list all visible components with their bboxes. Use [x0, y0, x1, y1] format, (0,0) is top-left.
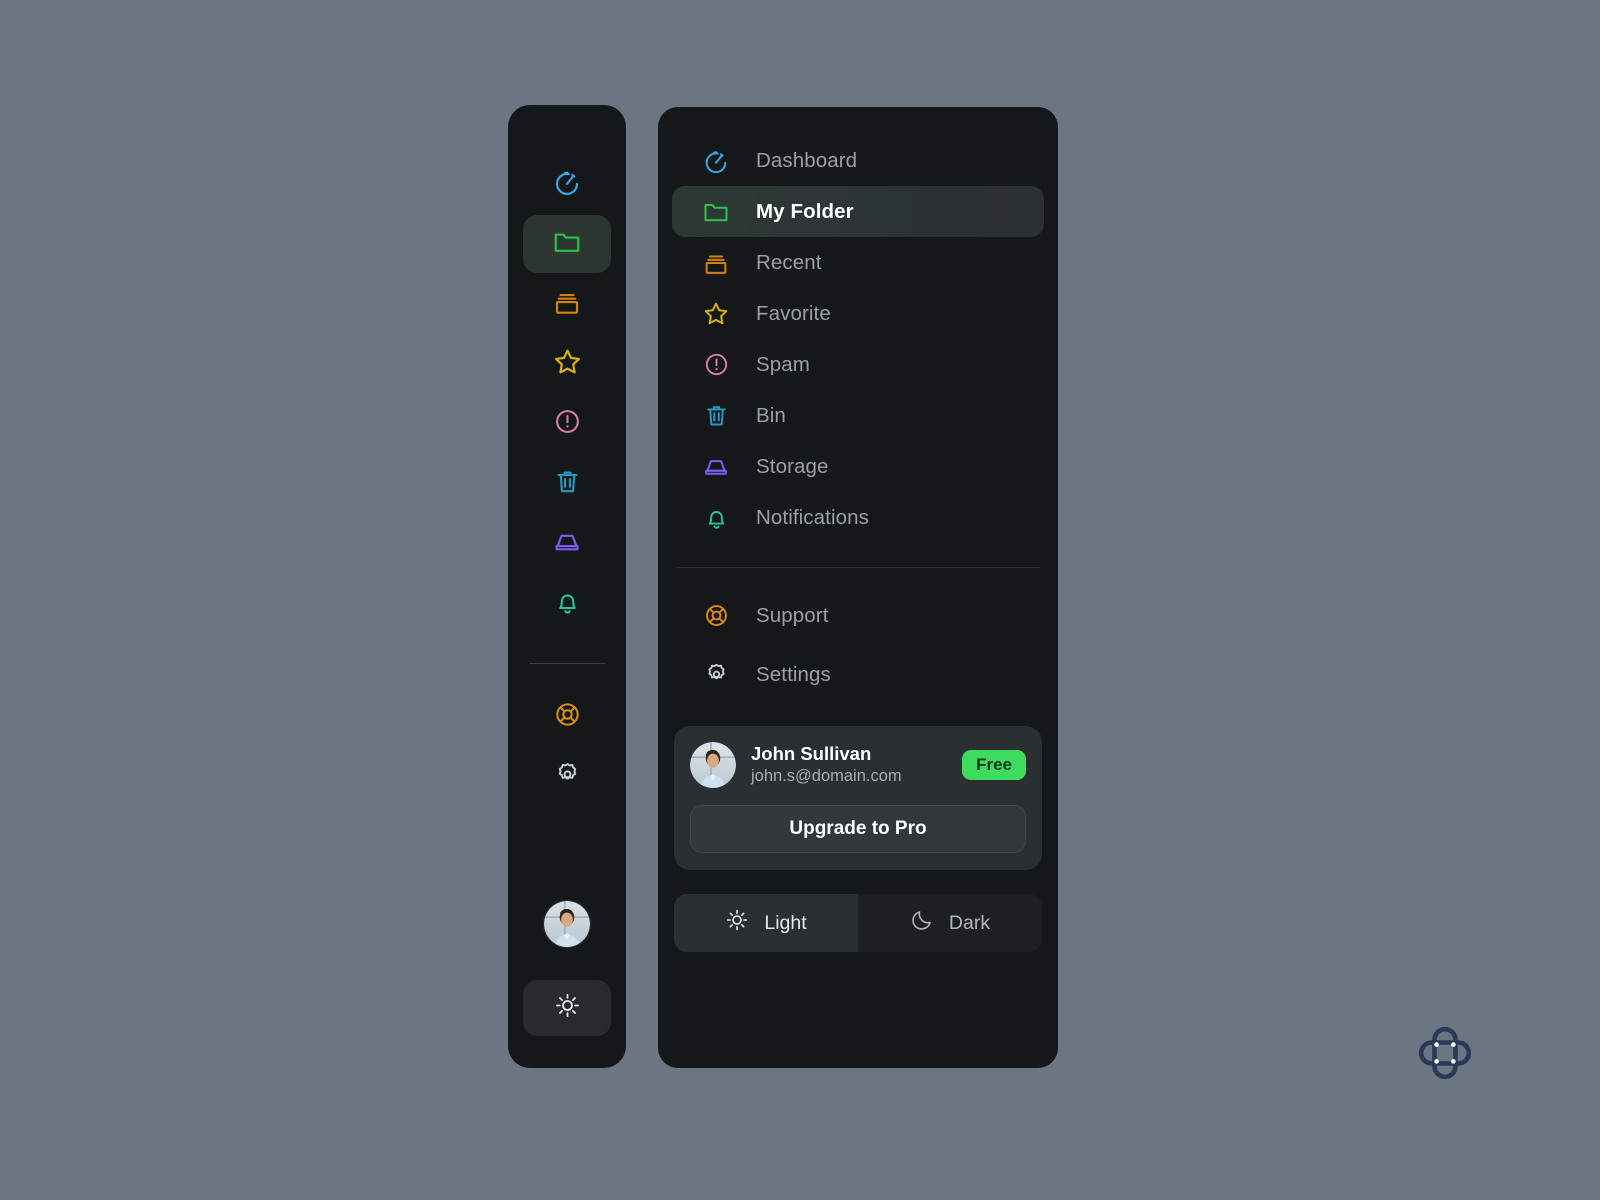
avatar-illustration [690, 742, 736, 788]
user-name: John Sullivan [751, 743, 872, 765]
avatar-illustration [544, 901, 590, 947]
trash-icon [702, 402, 730, 430]
rail-item-settings[interactable] [523, 748, 611, 806]
rail-item-favorite[interactable] [523, 335, 611, 393]
user-account-card: John Sullivan john.s@domain.com Free Upg… [674, 726, 1042, 870]
sidebar-item-label: Favorite [756, 301, 831, 325]
sidebar-item-favorite[interactable]: Favorite [672, 288, 1044, 339]
rail-divider [529, 663, 605, 664]
moon-icon [910, 908, 934, 938]
lifebuoy-icon [553, 700, 582, 734]
trash-icon [553, 467, 582, 501]
sidebar-item-notifications[interactable]: Notifications [672, 492, 1044, 543]
alert-circle-icon [702, 351, 730, 379]
rail-item-my-folder[interactable] [523, 215, 611, 273]
rail-theme-toggle-button[interactable] [523, 980, 611, 1036]
theme-option-light[interactable]: Light [674, 894, 858, 952]
rail-item-dashboard[interactable] [523, 155, 611, 213]
archive-icon [552, 287, 582, 322]
sidebar-item-label: Settings [756, 662, 831, 686]
quatrefoil-logo [1418, 1026, 1472, 1080]
sidebar-item-settings[interactable]: Settings [672, 649, 1044, 700]
hard-drive-icon [702, 453, 730, 481]
rail-item-notifications[interactable] [523, 575, 611, 633]
app-root: Dashboard My Folder Recent Favorite Spam… [0, 0, 1600, 1200]
sun-icon [725, 908, 749, 938]
sidebar-item-label: My Folder [756, 199, 854, 223]
bell-icon [553, 587, 582, 621]
plan-status-badge: Free [962, 750, 1026, 780]
upgrade-to-pro-button[interactable]: Upgrade to Pro [690, 805, 1026, 853]
theme-option-dark[interactable]: Dark [858, 894, 1042, 952]
gear-icon [702, 661, 730, 689]
stopwatch-icon [552, 167, 582, 202]
hard-drive-icon [552, 527, 582, 562]
rail-item-bin[interactable] [523, 455, 611, 513]
archive-icon [702, 249, 730, 277]
sidebar-item-label: Bin [756, 403, 786, 427]
user-email: john.s@domain.com [751, 767, 902, 786]
folder-icon [552, 227, 582, 262]
rail-item-storage[interactable] [523, 515, 611, 573]
user-avatar-photo[interactable] [690, 742, 736, 788]
sidebar-item-my-folder[interactable]: My Folder [672, 186, 1044, 237]
sidebar-item-label: Spam [756, 352, 810, 376]
sun-icon [554, 992, 581, 1024]
sidebar-item-storage[interactable]: Storage [672, 441, 1044, 492]
rail-item-recent[interactable] [523, 275, 611, 333]
star-icon [702, 300, 730, 328]
rail-avatar-photo[interactable] [543, 900, 591, 948]
stopwatch-icon [702, 147, 730, 175]
bell-icon [702, 504, 730, 532]
sidebar-item-label: Dashboard [756, 148, 858, 172]
lifebuoy-icon [702, 602, 730, 630]
sidebar-item-label: Recent [756, 250, 822, 274]
sidebar-item-dashboard[interactable]: Dashboard [672, 135, 1044, 186]
alert-circle-icon [553, 407, 582, 441]
sidebar-item-label: Storage [756, 454, 829, 478]
sidebar-item-label: Support [756, 603, 829, 627]
expanded-sidebar-panel: Dashboard My Folder Recent Favorite Spam… [658, 107, 1058, 1068]
gear-icon [553, 760, 582, 794]
sidebar-item-label: Notifications [756, 505, 869, 529]
theme-option-label: Light [764, 911, 807, 934]
folder-icon [702, 198, 730, 226]
star-icon [552, 346, 583, 382]
user-summary-row: John Sullivan john.s@domain.com Free [690, 742, 1026, 788]
icon-rail [508, 105, 626, 1068]
user-identity: John Sullivan john.s@domain.com [751, 742, 947, 787]
rail-item-support[interactable] [523, 688, 611, 746]
sidebar-item-bin[interactable]: Bin [672, 390, 1044, 441]
sidebar-item-support[interactable]: Support [672, 590, 1044, 641]
sidebar-item-recent[interactable]: Recent [672, 237, 1044, 288]
rail-item-spam[interactable] [523, 395, 611, 453]
theme-switch: Light Dark [674, 894, 1042, 952]
theme-option-label: Dark [948, 911, 991, 934]
sidebar-item-spam[interactable]: Spam [672, 339, 1044, 390]
sidebar-divider [676, 567, 1040, 568]
